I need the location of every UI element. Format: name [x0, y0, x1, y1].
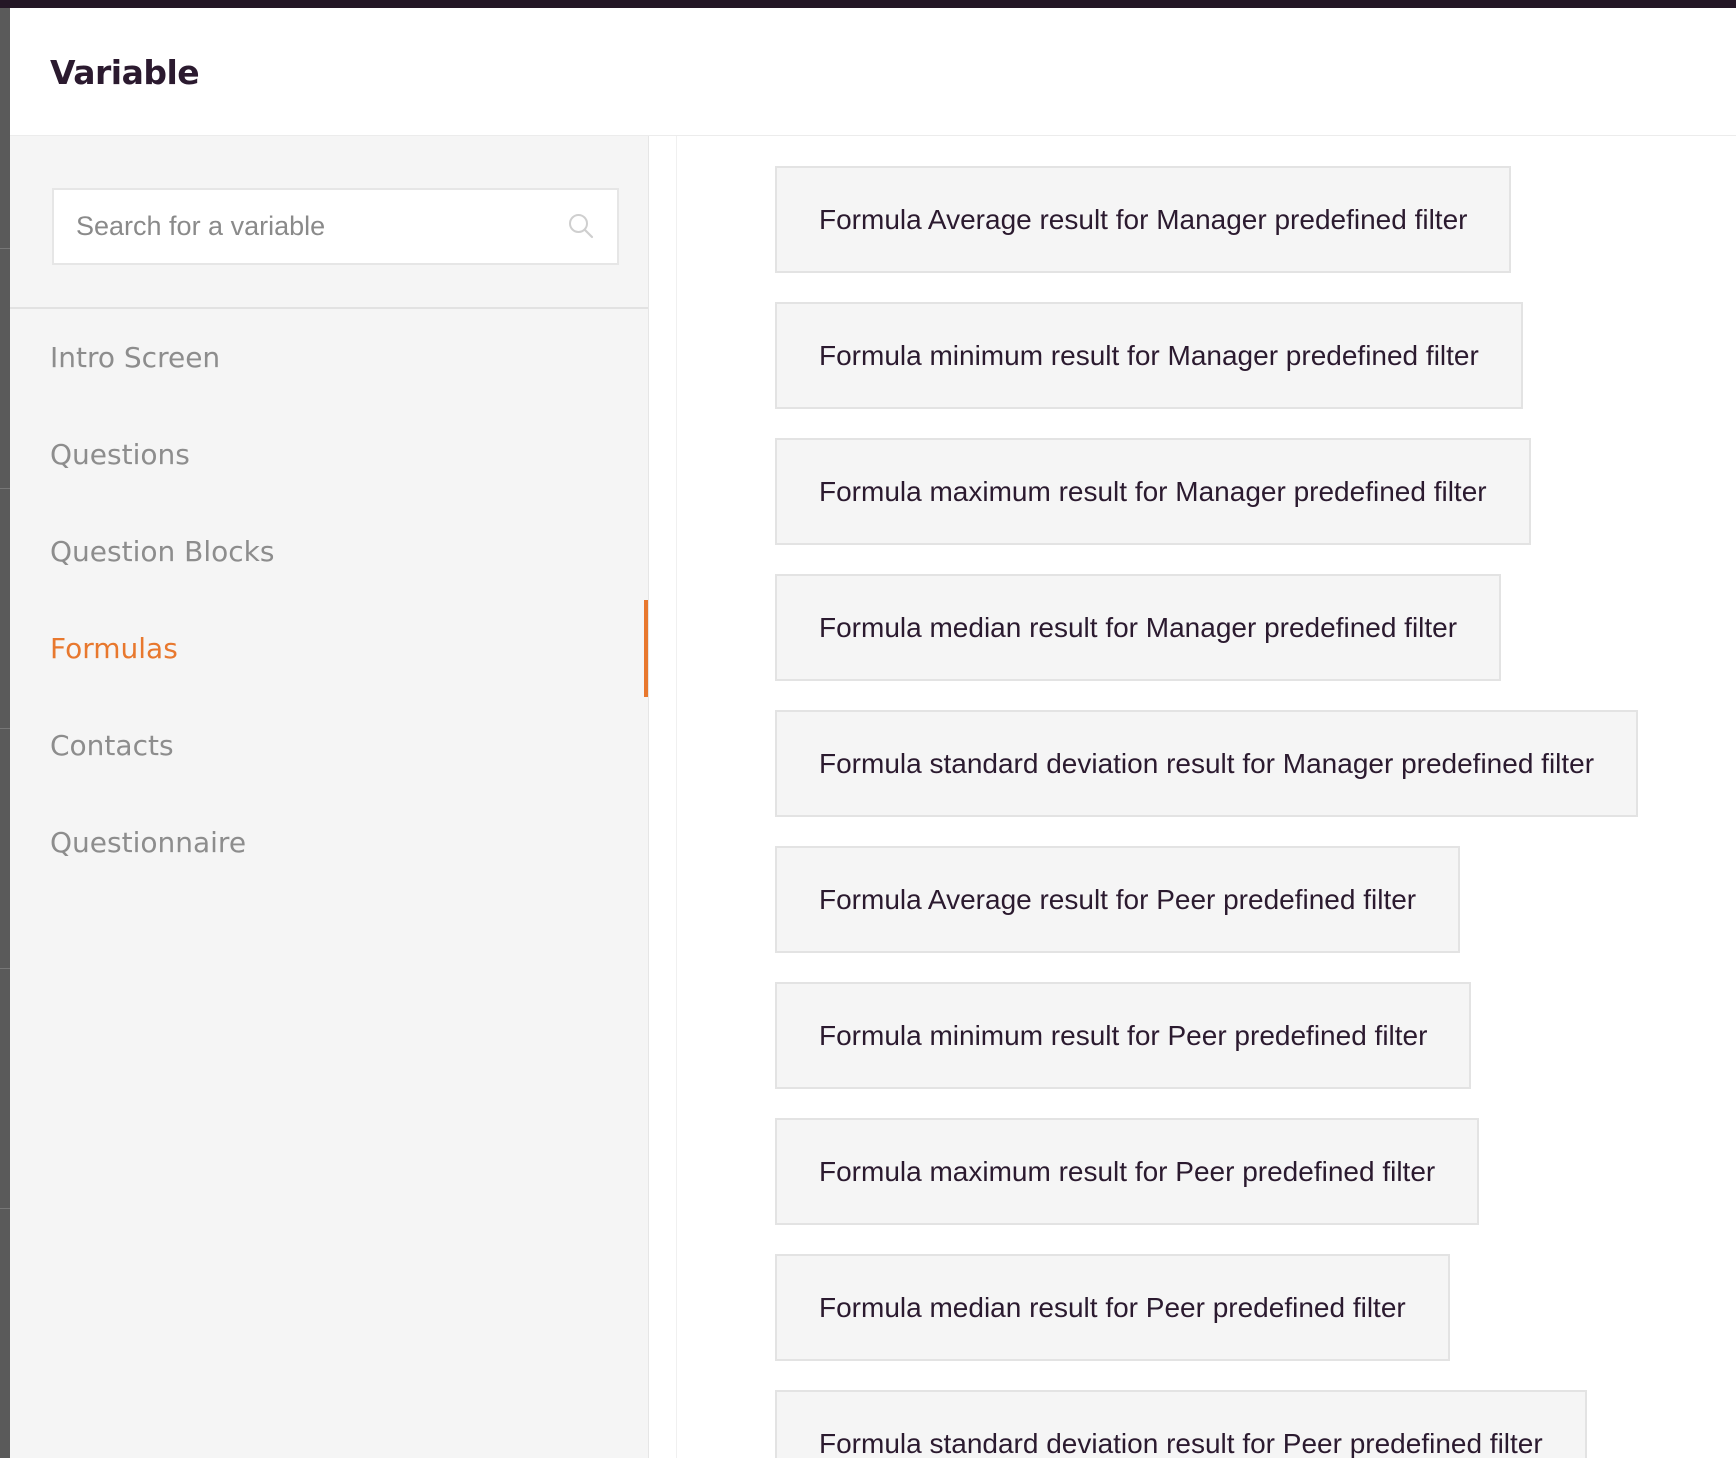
variable-item[interactable]: Formula maximum result for Manager prede…: [775, 438, 1531, 545]
variable-item[interactable]: Formula median result for Manager predef…: [775, 574, 1502, 681]
variable-list-panel: Formula Average result for Manager prede…: [677, 136, 1736, 1458]
variable-modal: Variable Intro Screen Questions Question…: [10, 8, 1736, 1458]
variable-item[interactable]: Formula median result for Peer predefine…: [775, 1254, 1450, 1361]
variable-item[interactable]: Formula Average result for Manager prede…: [775, 166, 1512, 273]
background-page-edge: [0, 8, 10, 1458]
variable-item[interactable]: Formula standard deviation result for Pe…: [775, 1390, 1587, 1458]
modal-header: Variable: [10, 8, 1736, 136]
variable-item[interactable]: Formula standard deviation result for Ma…: [775, 710, 1639, 817]
sidebar-item-questionnaire[interactable]: Questionnaire: [10, 794, 648, 891]
sidebar-item-formulas[interactable]: Formulas: [10, 600, 648, 697]
variable-list: Formula Average result for Manager prede…: [775, 166, 1639, 1458]
variable-item[interactable]: Formula minimum result for Manager prede…: [775, 302, 1523, 409]
variable-sidebar: Intro Screen Questions Question Blocks F…: [10, 136, 648, 1458]
variable-item[interactable]: Formula Average result for Peer predefin…: [775, 846, 1461, 953]
app-top-bar: [0, 0, 1736, 8]
sidebar-item-questions[interactable]: Questions: [10, 406, 648, 503]
search-box: [52, 188, 619, 265]
variable-item[interactable]: Formula maximum result for Peer predefin…: [775, 1118, 1480, 1225]
sidebar-item-intro-screen[interactable]: Intro Screen: [10, 309, 648, 406]
variable-item[interactable]: Formula minimum result for Peer predefin…: [775, 982, 1472, 1089]
modal-title: Variable: [50, 53, 200, 92]
sidebar-item-question-blocks[interactable]: Question Blocks: [10, 503, 648, 600]
sidebar-item-contacts[interactable]: Contacts: [10, 697, 648, 794]
search-icon[interactable]: [567, 212, 595, 240]
panel-divider: [648, 136, 677, 1458]
search-input[interactable]: [54, 190, 554, 263]
variable-category-nav: Intro Screen Questions Question Blocks F…: [10, 309, 648, 891]
